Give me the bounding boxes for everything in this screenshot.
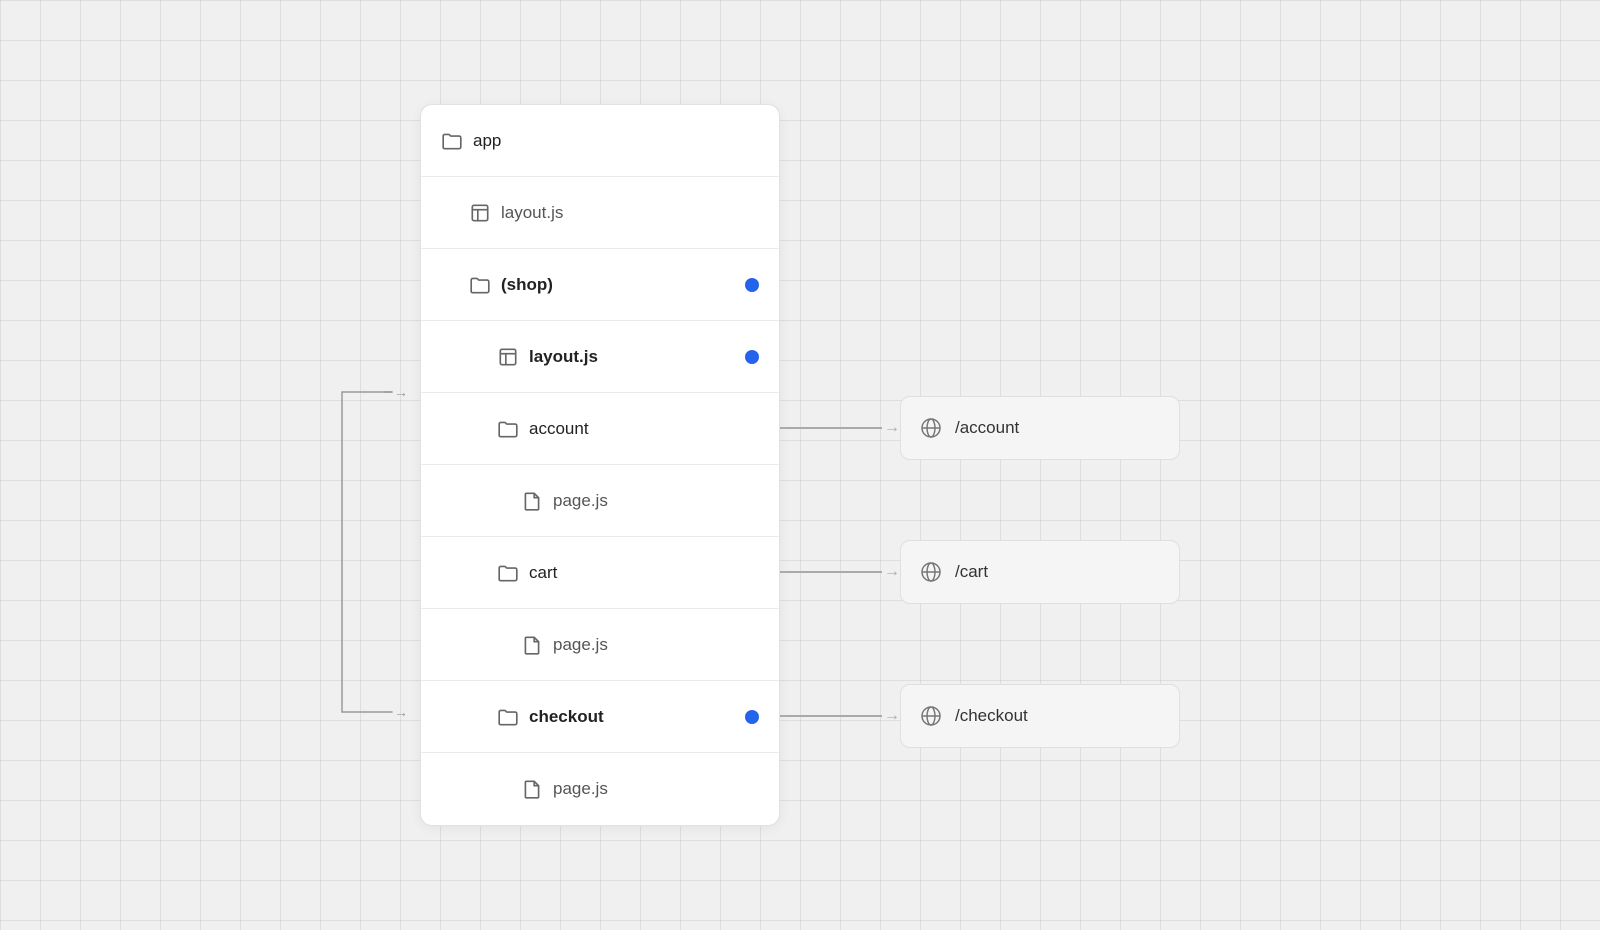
- file-tree-panel: app layout.js (shop): [420, 104, 780, 826]
- blue-dot-shop: [745, 278, 759, 292]
- route-card-account: /account: [900, 396, 1180, 460]
- tree-label-cart: cart: [529, 563, 759, 583]
- right-spacer-page-account: [780, 464, 1180, 536]
- tree-label-layout-top: layout.js: [501, 203, 759, 223]
- tree-label-page-checkout: page.js: [553, 779, 759, 799]
- tree-row-layout-shop: layout.js: [421, 321, 779, 393]
- route-card-cart: /cart: [900, 540, 1180, 604]
- bracket-connector: → →: [312, 392, 402, 712]
- blue-dot-checkout: [745, 710, 759, 724]
- tree-row-account: account: [421, 393, 779, 465]
- layout-icon-shop: [497, 346, 519, 368]
- tree-label-app: app: [473, 131, 759, 151]
- tree-label-layout-shop: layout.js: [529, 347, 745, 367]
- tree-label-account: account: [529, 419, 759, 439]
- tree-row-checkout: checkout: [421, 681, 779, 753]
- route-label-cart: /cart: [955, 562, 988, 582]
- right-row-cart: → /cart: [780, 536, 1180, 608]
- route-label-account: /account: [955, 418, 1019, 438]
- arrow-head-cart: →: [884, 563, 900, 581]
- right-spacer-3: [780, 320, 1180, 392]
- blue-dot-layout-shop: [745, 350, 759, 364]
- tree-row-cart: cart: [421, 537, 779, 609]
- tree-label-page-account: page.js: [553, 491, 759, 511]
- tree-row-page-account: page.js: [421, 465, 779, 537]
- tree-row-page-checkout: page.js: [421, 753, 779, 825]
- arrow-head-checkout: →: [884, 707, 900, 725]
- route-label-checkout: /checkout: [955, 706, 1028, 726]
- right-row-checkout: → /checkout: [780, 680, 1180, 752]
- right-spacer-page-checkout: [780, 752, 1180, 824]
- svg-text:→: →: [394, 704, 408, 720]
- right-panel: → /account →: [780, 104, 1180, 824]
- arrow-line-account: [780, 427, 882, 429]
- right-spacer-0: [780, 104, 1180, 176]
- folder-icon-account: [497, 418, 519, 440]
- main-scene: → → app layout.js: [420, 104, 1180, 826]
- globe-icon-checkout: [919, 704, 943, 728]
- right-spacer-1: [780, 176, 1180, 248]
- tree-row-shop: (shop): [421, 249, 779, 321]
- tree-label-shop: (shop): [501, 275, 745, 295]
- right-spacer-page-cart: [780, 608, 1180, 680]
- arrow-line-cart: [780, 571, 882, 573]
- tree-row-page-cart: page.js: [421, 609, 779, 681]
- tree-label-page-cart: page.js: [553, 635, 759, 655]
- tree-row-app: app: [421, 105, 779, 177]
- route-card-checkout: /checkout: [900, 684, 1180, 748]
- layout-icon: [469, 202, 491, 224]
- tree-row-layout-top: layout.js: [421, 177, 779, 249]
- arrow-head-account: →: [884, 419, 900, 437]
- globe-icon-cart: [919, 560, 943, 584]
- svg-text:→: →: [394, 384, 408, 400]
- folder-icon: [441, 130, 463, 152]
- folder-icon-shop: [469, 274, 491, 296]
- arrow-line-checkout: [780, 715, 882, 717]
- tree-label-checkout: checkout: [529, 707, 745, 727]
- folder-icon-checkout: [497, 706, 519, 728]
- right-spacer-2: [780, 248, 1180, 320]
- globe-icon-account: [919, 416, 943, 440]
- right-row-account: → /account: [780, 392, 1180, 464]
- page-icon-account: [521, 490, 543, 512]
- page-icon-cart: [521, 634, 543, 656]
- page-icon-checkout: [521, 778, 543, 800]
- folder-icon-cart: [497, 562, 519, 584]
